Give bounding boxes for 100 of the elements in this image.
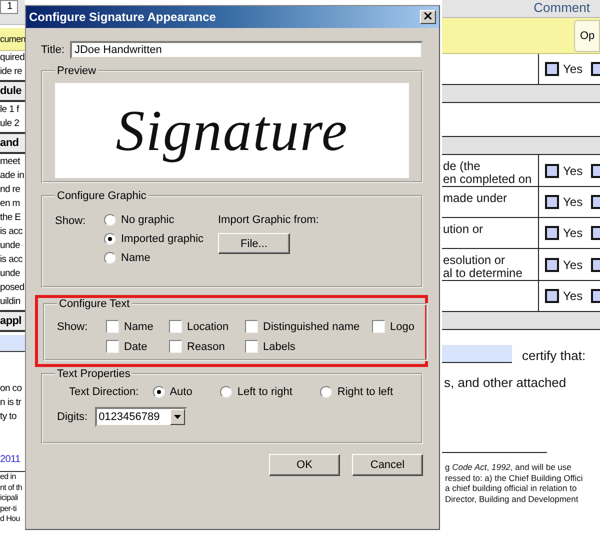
field-label: Text Direction: <box>69 386 139 398</box>
document-text: ide re <box>0 65 23 79</box>
footnote-text: Director, Building and Development <box>445 494 580 504</box>
checkbox[interactable] <box>169 320 182 333</box>
checkbox[interactable] <box>245 340 258 353</box>
document-text: ule 2 <box>0 117 20 131</box>
field-label: Show: <box>55 214 87 229</box>
checkbox-label: Logo <box>390 320 414 332</box>
field-label: Title: <box>41 44 64 56</box>
checkbox[interactable] <box>545 164 559 178</box>
checkbox-label: Yes <box>563 289 583 303</box>
document-text: ty to <box>0 410 18 424</box>
radio-label: No graphic <box>121 214 174 226</box>
radio-label: Left to right <box>237 386 292 398</box>
footnote-text: d Hou <box>0 514 21 524</box>
ok-button[interactable]: OK <box>269 454 340 476</box>
section-heading: and <box>0 132 25 154</box>
document-text: nd re <box>0 183 22 197</box>
group-title: Text Properties <box>56 368 132 380</box>
footnote-text: g Code Act, 1992, and will be use <box>445 462 572 472</box>
radio-button[interactable] <box>320 386 332 398</box>
document-text: n is tr <box>0 396 22 410</box>
document-text: en completed on <box>443 173 533 186</box>
section-heading: appl <box>0 310 25 332</box>
checkbox[interactable] <box>545 226 559 240</box>
document-text: is acc <box>0 253 24 267</box>
window-title: Configure Signature Appearance <box>29 10 216 24</box>
footnote-text: per-ti <box>0 504 18 514</box>
checkbox[interactable] <box>545 289 559 303</box>
document-text: ution or <box>443 223 484 236</box>
checkbox-label: Location <box>187 320 229 332</box>
field-label: Digits: <box>57 411 88 423</box>
title-input[interactable]: JDoe Handwritten <box>70 41 423 59</box>
comment-tab[interactable]: Comment <box>534 0 590 17</box>
checkbox-label: Date <box>124 340 148 352</box>
checkbox-label: Reason <box>187 340 225 352</box>
checkbox-label: Labels <box>263 340 296 352</box>
checkbox[interactable] <box>372 320 385 333</box>
checkbox[interactable] <box>106 320 119 333</box>
radio-button[interactable] <box>220 386 232 398</box>
field-label: Show: <box>57 320 89 335</box>
checkbox-label: Yes <box>563 258 583 272</box>
radio-button[interactable] <box>104 252 116 264</box>
checkbox[interactable] <box>545 195 559 209</box>
document-text: le 1 f <box>0 103 20 117</box>
digits-dropdown[interactable]: 0123456789 <box>94 407 187 427</box>
group-title: Configure Text <box>58 298 131 310</box>
checkbox-label: Yes <box>563 62 583 76</box>
checkbox[interactable] <box>545 62 559 76</box>
document-text: posed <box>0 281 25 295</box>
document-text: on co <box>0 382 23 396</box>
checkbox[interactable] <box>106 340 119 353</box>
document-text: certify that: <box>522 348 586 363</box>
document-text: meet <box>0 155 22 169</box>
page-number-field[interactable]: 1 <box>0 0 18 14</box>
footnote-text: nt of th <box>0 482 24 493</box>
checkbox-label: Yes <box>563 164 583 178</box>
footnote-text: ressed to: a) the Chief Building Offici <box>445 472 584 483</box>
signature-text: Signature <box>116 97 348 164</box>
group-title: Preview <box>56 65 98 77</box>
document-text: en m <box>0 197 21 211</box>
document-text: de (the <box>443 160 482 173</box>
radio-label: Auto <box>170 386 192 398</box>
document-text: made under <box>443 192 508 205</box>
checkbox-label: Yes <box>563 226 583 240</box>
radio-button[interactable] <box>104 214 116 226</box>
radio-button[interactable] <box>104 233 116 245</box>
banner-text: cumen <box>0 34 26 44</box>
radio-label: Right to left <box>337 386 394 398</box>
checkbox-label: Yes <box>563 195 583 209</box>
document-text: s, and other attached <box>443 375 568 390</box>
document-text: ade in <box>0 169 25 183</box>
cancel-button[interactable]: Cancel <box>352 454 423 476</box>
field-label: Import Graphic from: <box>218 214 319 226</box>
group-title: Configure Graphic <box>56 190 148 202</box>
footnote-text: icipali <box>0 493 19 504</box>
section-heading: dule <box>0 80 25 102</box>
radio-button[interactable] <box>152 386 165 398</box>
document-text: al to determine <box>443 267 524 280</box>
document-text: unde <box>0 239 21 253</box>
form-field[interactable] <box>0 335 25 352</box>
radio-label: Name <box>121 252 150 264</box>
checkbox[interactable] <box>245 320 258 333</box>
checkbox-label: Name <box>124 320 154 332</box>
checkbox-label: Distinguished name <box>263 320 360 332</box>
checkbox[interactable] <box>169 340 182 353</box>
radio-label: Imported graphic <box>121 233 204 245</box>
document-text: is acc <box>0 225 24 239</box>
checkbox[interactable] <box>545 258 559 272</box>
footnote-text: a chief building official in relation to <box>445 483 578 494</box>
file-button[interactable]: File... <box>218 233 290 254</box>
document-text: esolution or <box>443 254 506 267</box>
form-field[interactable] <box>442 345 512 363</box>
document-text: uildin <box>0 295 22 309</box>
close-button[interactable]: × <box>420 10 436 24</box>
open-button[interactable]: Op <box>574 20 600 52</box>
document-text: unde <box>0 267 21 281</box>
document-text: quired <box>0 51 25 65</box>
document-text: the E <box>0 211 22 225</box>
footnote-text: ed in <box>0 472 17 482</box>
